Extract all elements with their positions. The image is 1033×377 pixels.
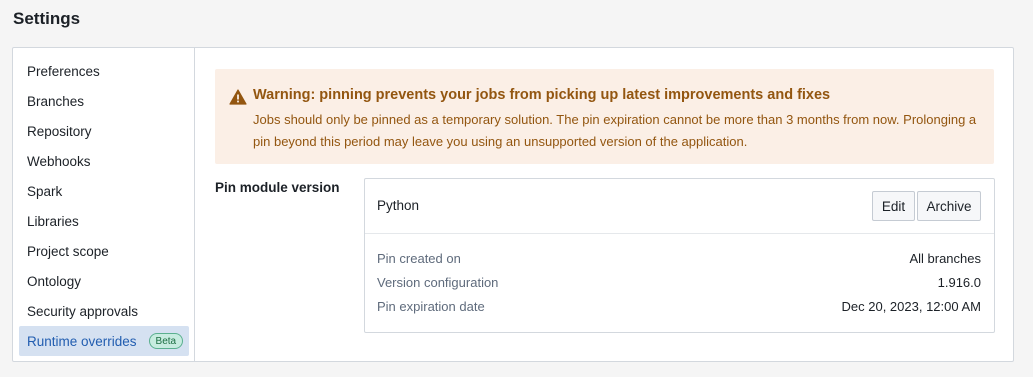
- warning-body: Jobs should only be pinned as a temporar…: [253, 112, 977, 149]
- pin-card-header: Python Edit Archive: [365, 179, 994, 234]
- settings-panel: Preferences Branches Repository Webhooks…: [12, 47, 1014, 362]
- sidebar-item-security-approvals[interactable]: Security approvals: [19, 296, 189, 326]
- sidebar-item-label: Repository: [27, 123, 92, 139]
- pin-card: Python Edit Archive Pin created on All b…: [364, 178, 995, 333]
- detail-value: Dec 20, 2023, 12:00 AM: [841, 298, 981, 314]
- warning-title: Warning: pinning prevents your jobs from…: [253, 87, 831, 103]
- runtime-overrides-content: Warning: pinning prevents your jobs from…: [196, 48, 1013, 361]
- sidebar-item-label: Ontology: [27, 273, 82, 289]
- sidebar-item-repository[interactable]: Repository: [19, 116, 189, 146]
- sidebar-item-runtime-overrides[interactable]: Runtime overrides Beta: [19, 326, 189, 356]
- sidebar-item-webhooks[interactable]: Webhooks: [19, 146, 189, 176]
- beta-badge: Beta: [148, 333, 184, 349]
- sidebar-item-label: Spark: [27, 183, 63, 199]
- sidebar-item-ontology[interactable]: Ontology: [19, 266, 189, 296]
- pin-card-title: Python: [377, 198, 420, 213]
- sidebar-item-label: Webhooks: [27, 153, 91, 169]
- sidebar-item-label: Security approvals: [27, 303, 139, 319]
- warning-triangle-icon: [229, 89, 247, 105]
- sidebar-item-label: Branches: [27, 93, 85, 109]
- sidebar-item-label: Runtime overrides: [27, 333, 137, 349]
- sidebar-item-libraries[interactable]: Libraries: [19, 206, 189, 236]
- page-title: Settings: [13, 9, 81, 28]
- detail-value: 1.916.0: [937, 274, 981, 290]
- sidebar-item-spark[interactable]: Spark: [19, 176, 189, 206]
- detail-row: Pin expiration date Dec 20, 2023, 12:00 …: [377, 296, 981, 316]
- archive-button[interactable]: Archive: [917, 191, 981, 221]
- detail-label: Version configuration: [377, 274, 499, 290]
- pin-module-version-label: Pin module version: [215, 180, 340, 195]
- sidebar-item-label: Project scope: [27, 243, 109, 259]
- sidebar-item-project-scope[interactable]: Project scope: [19, 236, 189, 266]
- detail-label: Pin expiration date: [377, 298, 485, 314]
- detail-row: Pin created on All branches: [377, 248, 981, 268]
- detail-row: Version configuration 1.916.0: [377, 272, 981, 292]
- warning-callout: Warning: pinning prevents your jobs from…: [215, 69, 994, 164]
- settings-sidebar: Preferences Branches Repository Webhooks…: [13, 48, 195, 361]
- detail-label: Pin created on: [377, 250, 461, 266]
- sidebar-item-preferences[interactable]: Preferences: [19, 56, 189, 86]
- detail-value: All branches: [909, 250, 981, 266]
- sidebar-item-label: Libraries: [27, 213, 79, 229]
- edit-button[interactable]: Edit: [872, 191, 915, 221]
- sidebar-item-branches[interactable]: Branches: [19, 86, 189, 116]
- sidebar-item-label: Preferences: [27, 63, 100, 79]
